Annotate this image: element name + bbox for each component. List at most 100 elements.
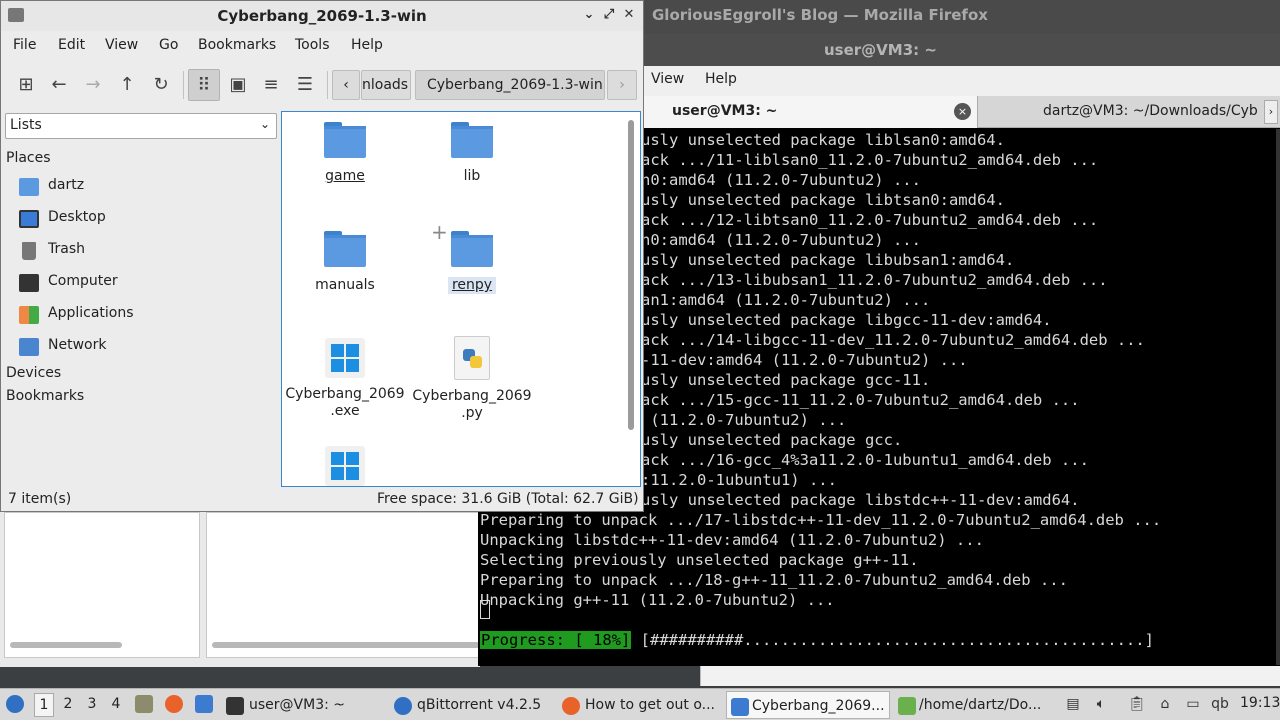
clock[interactable]: 19:13 <box>1240 695 1280 711</box>
terminal-menu-view[interactable]: View <box>651 71 684 87</box>
workspace-4[interactable]: 4 <box>106 696 126 712</box>
menu-bookmarks[interactable]: Bookmarks <box>198 37 276 53</box>
folder-item-manuals[interactable]: manuals <box>285 231 405 294</box>
chevron-down-icon: ⌄ <box>260 117 271 131</box>
terminal-menu-help[interactable]: Help <box>705 71 737 87</box>
terminal-line: Unpacking libstdc++-11-dev:amd64 (11.2.0… <box>480 531 984 549</box>
background-scrollbar-right[interactable] <box>212 642 480 648</box>
menu-file[interactable]: File <box>13 37 36 53</box>
back-icon[interactable]: ← <box>43 69 75 101</box>
detailed-list-view-icon[interactable]: ☰ <box>289 69 321 101</box>
menu-tools[interactable]: Tools <box>295 37 330 53</box>
firefox-window-titlebar[interactable]: GloriousEggroll's Blog — Mozilla Firefox <box>644 0 1280 34</box>
terminal-scrollbar[interactable] <box>1276 129 1280 665</box>
terminal-line: ack .../13-libubsan1_11.2.0-7ubuntu2_amd… <box>641 271 1108 289</box>
section-bookmarks[interactable]: Bookmarks <box>6 388 84 404</box>
file-view[interactable]: game lib manuals + renpy Cyberbang_2069 … <box>281 111 641 487</box>
close-tab-icon[interactable]: × <box>954 103 971 120</box>
sidebar-item-applications[interactable]: Applications <box>19 302 275 328</box>
task-label: How to get out o... <box>585 697 715 713</box>
menu-go[interactable]: Go <box>159 37 178 53</box>
terminal-line: Preparing to unpack .../17-libstdc++-11-… <box>480 511 1162 529</box>
folder-item-lib[interactable]: lib <box>412 122 532 185</box>
terminal-line: n0:amd64 (11.2.0-7ubuntu2) ... <box>641 231 921 249</box>
breadcrumb-scroll-right-icon[interactable]: › <box>607 70 637 100</box>
maximize-icon[interactable]: ⤢ <box>601 7 617 23</box>
windows-executable-icon <box>325 446 365 486</box>
task-qbittorrent[interactable]: qBittorrent v4.2.5 <box>390 691 550 719</box>
file-manager-toolbar: ⊞ ← → ↑ ↻ ⠿ ▣ ≡ ☰ ‹ nloads Cyberbang_206… <box>1 63 643 109</box>
item-name: lib <box>463 168 481 184</box>
trash-tray-icon[interactable]: ▤ <box>1064 695 1082 713</box>
start-menu-icon[interactable] <box>6 695 24 713</box>
applications-icon <box>19 306 39 324</box>
file-view-scrollbar[interactable] <box>628 120 634 430</box>
display-icon[interactable]: ▭ <box>1184 695 1202 713</box>
menu-view[interactable]: View <box>105 37 138 53</box>
up-icon[interactable]: ↑ <box>111 69 143 101</box>
section-devices[interactable]: Devices <box>6 365 61 381</box>
sidebar-item-label: Computer <box>48 273 118 289</box>
qbittorrent-tray-icon[interactable]: qb <box>1211 695 1229 713</box>
sidebar-item-dartz[interactable]: dartz <box>19 174 275 200</box>
tab-scroll-right-icon[interactable]: › <box>1264 100 1278 124</box>
background-scrollbar-left[interactable] <box>10 642 122 648</box>
network-icon <box>19 338 39 356</box>
windows-executable-icon <box>325 338 365 378</box>
task-firefox[interactable]: How to get out o... <box>558 691 722 719</box>
sidebar-item-computer[interactable]: Computer <box>19 270 275 296</box>
file-item-py[interactable]: Cyberbang_2069 .py <box>412 336 532 422</box>
section-places[interactable]: Places <box>6 150 51 166</box>
item-name: Cyberbang_2069 .exe <box>285 386 405 419</box>
icon-view-icon[interactable]: ⠿ <box>188 69 220 101</box>
breadcrumb-current[interactable]: Cyberbang_2069-1.3-win <box>415 70 605 100</box>
sidebar-item-label: Desktop <box>48 209 106 225</box>
file-manager-titlebar[interactable]: Cyberbang_2069-1.3-win ⌄ ⤢ ✕ <box>1 1 643 31</box>
desktop-icon <box>19 210 39 228</box>
thumbnail-view-icon[interactable]: ▣ <box>222 69 254 101</box>
firefox-launcher-icon[interactable] <box>165 695 183 713</box>
folder-item-renpy[interactable]: renpy <box>412 231 532 294</box>
workspace-1[interactable]: 1 <box>34 693 54 717</box>
task-terminal[interactable]: user@VM3: ~ <box>222 691 382 719</box>
sidebar-item-trash[interactable]: Trash <box>19 238 275 264</box>
firefox-icon <box>562 697 580 715</box>
network-tray-icon[interactable]: ⌂ <box>1156 695 1174 713</box>
background-window <box>0 505 480 667</box>
forward-icon[interactable]: → <box>77 69 109 101</box>
clipboard-icon[interactable]: 📋︎ <box>1128 695 1146 713</box>
file-item-exe[interactable]: Cyberbang_2069 .exe <box>285 338 405 420</box>
sidebar-item-desktop[interactable]: Desktop <box>19 206 275 232</box>
background-pane-left <box>4 512 200 658</box>
menu-edit[interactable]: Edit <box>58 37 85 53</box>
breadcrumb-scroll-left-icon[interactable]: ‹ <box>332 70 360 100</box>
task-file-manager[interactable]: Cyberbang_2069... <box>726 691 890 719</box>
file-item-exe-partial[interactable] <box>285 446 405 486</box>
new-window-icon[interactable]: ⊞ <box>10 69 42 101</box>
file-manager-launcher-icon[interactable] <box>135 695 153 713</box>
menu-help[interactable]: Help <box>351 37 383 53</box>
home-folder-icon <box>19 178 39 196</box>
text-editor-icon <box>898 697 916 715</box>
terminal-line: Unpacking g++-11 (11.2.0-7ubuntu2) ... <box>480 591 835 609</box>
compact-view-icon[interactable]: ≡ <box>255 69 287 101</box>
toolbar-separator <box>183 71 184 99</box>
item-name: manuals <box>315 277 375 293</box>
breadcrumb-downloads[interactable]: nloads <box>361 70 411 100</box>
volume-icon[interactable]: 🔈︎ <box>1092 695 1110 713</box>
workspace-3[interactable]: 3 <box>82 696 102 712</box>
sidebar-item-label: dartz <box>48 177 85 193</box>
terminal-line: usly unselected package libtsan0:amd64. <box>641 191 1005 209</box>
workspace-2[interactable]: 2 <box>58 696 78 712</box>
reload-icon[interactable]: ↻ <box>145 69 177 101</box>
qbittorrent-icon <box>394 697 412 715</box>
desktop-launcher-icon[interactable] <box>195 695 213 713</box>
file-manager-window[interactable]: Cyberbang_2069-1.3-win ⌄ ⤢ ✕ File Edit V… <box>0 0 644 512</box>
close-icon[interactable]: ✕ <box>621 7 637 23</box>
task-text-editor[interactable]: /home/dartz/Do... <box>894 691 1050 719</box>
folder-item-game[interactable]: game <box>285 122 405 185</box>
terminal-line: usly unselected package gcc-11. <box>641 371 931 389</box>
side-pane-mode-select[interactable]: Lists ⌄ <box>5 113 277 139</box>
sidebar-item-network[interactable]: Network <box>19 334 275 360</box>
minimize-icon[interactable]: ⌄ <box>581 7 597 23</box>
